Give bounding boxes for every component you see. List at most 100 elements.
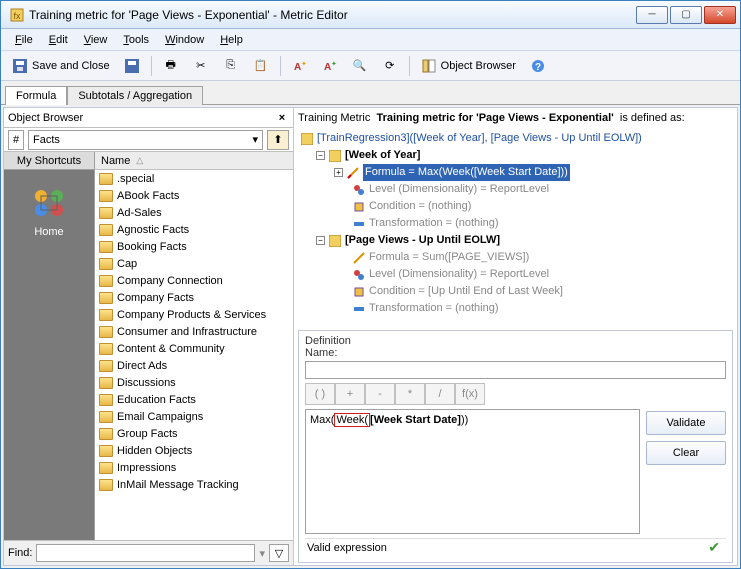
tree-g2-formula: Formula = Sum([PAGE_VIEWS]) (369, 249, 529, 266)
op-div[interactable]: / (425, 383, 455, 405)
up-folder-button[interactable]: ⬆ (267, 130, 289, 150)
find-button[interactable]: 🔍 (347, 55, 373, 77)
folder-icon (99, 377, 113, 389)
up-folder-icon: ⬆ (273, 133, 282, 146)
op-fx[interactable]: f(x) (455, 383, 485, 405)
list-item[interactable]: Impressions (95, 459, 293, 476)
copy-button[interactable]: ⎘ (218, 55, 244, 77)
menu-edit[interactable]: Edit (43, 32, 74, 48)
list-item[interactable]: Hidden Objects (95, 442, 293, 459)
transform-icon (352, 302, 366, 316)
op-plus[interactable]: + (335, 383, 365, 405)
filter-button[interactable]: ▽ (269, 544, 289, 562)
help-button[interactable]: ? (525, 55, 551, 77)
list-item[interactable]: Booking Facts (95, 238, 293, 255)
list-item[interactable]: Cap (95, 255, 293, 272)
metric-icon (328, 234, 342, 248)
folder-icon (99, 428, 113, 440)
menu-help[interactable]: Help (214, 32, 249, 48)
find-dropdown-icon[interactable]: ▾ (259, 547, 265, 560)
name-column-header[interactable]: Name △ (95, 152, 293, 170)
folder-label: Ad-Sales (117, 207, 162, 219)
tool-a2[interactable]: A✦ (317, 55, 343, 77)
list-item[interactable]: Education Facts (95, 391, 293, 408)
tree-g1-cond: Condition = (nothing) (369, 198, 471, 215)
minimize-button[interactable]: ─ (636, 6, 668, 24)
copy-icon: ⎘ (223, 58, 239, 74)
home-icon[interactable] (29, 182, 69, 222)
name-label: Name: (305, 347, 726, 359)
collapse-icon[interactable]: − (316, 151, 325, 160)
clear-button[interactable]: Clear (646, 441, 726, 465)
close-button[interactable]: ✕ (704, 6, 736, 24)
refresh-button[interactable]: ⟳ (377, 55, 403, 77)
print-button[interactable]: 🖶 (158, 55, 184, 77)
facts-combo[interactable]: Facts ▾ (28, 130, 263, 150)
list-item[interactable]: Agnostic Facts (95, 221, 293, 238)
menu-view[interactable]: View (78, 32, 114, 48)
maximize-button[interactable]: ▢ (670, 6, 702, 24)
list-item[interactable]: Email Campaigns (95, 408, 293, 425)
menu-file[interactable]: File (9, 32, 39, 48)
status-text: Valid expression (307, 542, 387, 554)
expr-post: )) (461, 414, 468, 426)
folder-icon (99, 190, 113, 202)
name-input[interactable] (305, 361, 726, 379)
close-panel-button[interactable]: × (275, 111, 289, 125)
save-icon (12, 58, 28, 74)
folder-icon (99, 241, 113, 253)
expr-pre: Max( (310, 414, 334, 426)
list-item[interactable]: ABook Facts (95, 187, 293, 204)
folder-icon (99, 462, 113, 474)
folder-label: Hidden Objects (117, 445, 192, 457)
list-item[interactable]: Company Products & Services (95, 306, 293, 323)
validate-button[interactable]: Validate (646, 411, 726, 435)
folder-label: Company Connection (117, 275, 223, 287)
list-item[interactable]: InMail Message Tracking (95, 476, 293, 493)
condition-icon (352, 285, 366, 299)
cut-button[interactable]: ✂ (188, 55, 214, 77)
condition-icon (352, 200, 366, 214)
metric-name: Training metric for 'Page Views - Expone… (376, 112, 613, 124)
save-close-button[interactable]: Save and Close (7, 55, 115, 77)
list-item[interactable]: Company Connection (95, 272, 293, 289)
op-mult[interactable]: * (395, 383, 425, 405)
app-icon: fx (9, 7, 25, 23)
list-item[interactable]: Consumer and Infrastructure (95, 323, 293, 340)
list-item[interactable]: Ad-Sales (95, 204, 293, 221)
folder-label: Impressions (117, 462, 176, 474)
list-item[interactable]: .special (95, 170, 293, 187)
op-minus[interactable]: - (365, 383, 395, 405)
find-input[interactable] (36, 544, 255, 562)
level-icon (352, 268, 366, 282)
expression-editor[interactable]: Max(Week([Week Start Date])) (305, 409, 640, 534)
folder-label: Email Campaigns (117, 411, 203, 423)
list-item[interactable]: Discussions (95, 374, 293, 391)
window-title: Training metric for 'Page Views - Expone… (29, 8, 636, 22)
tool-a1[interactable]: A✦ (287, 55, 313, 77)
list-item[interactable]: Group Facts (95, 425, 293, 442)
save-button[interactable] (119, 55, 145, 77)
formula-tree[interactable]: [TrainRegression3]([Week of Year], [Page… (298, 126, 733, 326)
tab-strip: Formula Subtotals / Aggregation (1, 81, 740, 105)
sparkle-a2-icon: A✦ (322, 58, 338, 74)
definition-panel: Training Metric Training metric for 'Pag… (294, 108, 737, 565)
tab-formula[interactable]: Formula (5, 86, 67, 105)
sort-asc-icon: △ (136, 155, 143, 166)
collapse-icon[interactable]: − (316, 236, 325, 245)
menu-window[interactable]: Window (159, 32, 210, 48)
tab-subtotals[interactable]: Subtotals / Aggregation (67, 86, 203, 105)
facts-combo-value: Facts (33, 134, 60, 146)
selector-prefix[interactable]: # (8, 130, 24, 150)
paste-button[interactable]: 📋 (248, 55, 274, 77)
list-item[interactable]: Company Facts (95, 289, 293, 306)
find-label: Find: (8, 547, 32, 559)
list-item[interactable]: Direct Ads (95, 357, 293, 374)
menu-tools[interactable]: Tools (117, 32, 155, 48)
list-item[interactable]: Content & Community (95, 340, 293, 357)
expand-icon[interactable]: + (334, 168, 343, 177)
sparkle-a-icon: A✦ (292, 58, 308, 74)
object-browser-button[interactable]: Object Browser (416, 55, 521, 77)
definition-label: Definition (305, 335, 726, 347)
op-paren[interactable]: ( ) (305, 383, 335, 405)
